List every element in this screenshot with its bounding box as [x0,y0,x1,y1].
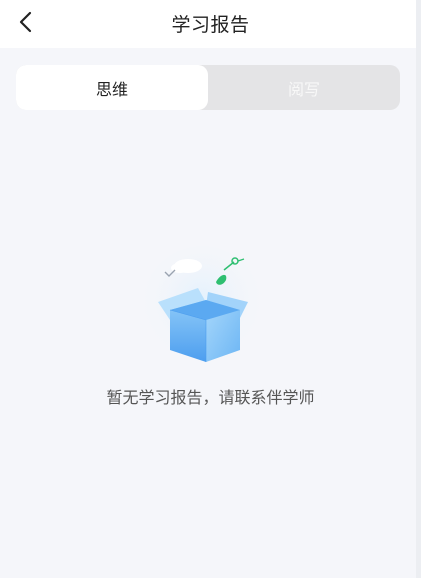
empty-box-icon [140,244,270,368]
scrollbar-track[interactable] [416,0,421,578]
tab-bar: 思维 阅写 [16,65,400,110]
page-title: 学习报告 [171,14,250,36]
header-bar: 学习报告 [0,0,421,48]
empty-state-message: 暂无学习报告，请联系伴学师 [106,388,315,407]
tab-thinking[interactable]: 思维 [16,65,208,110]
tab-reading-writing[interactable]: 阅写 [208,65,400,110]
